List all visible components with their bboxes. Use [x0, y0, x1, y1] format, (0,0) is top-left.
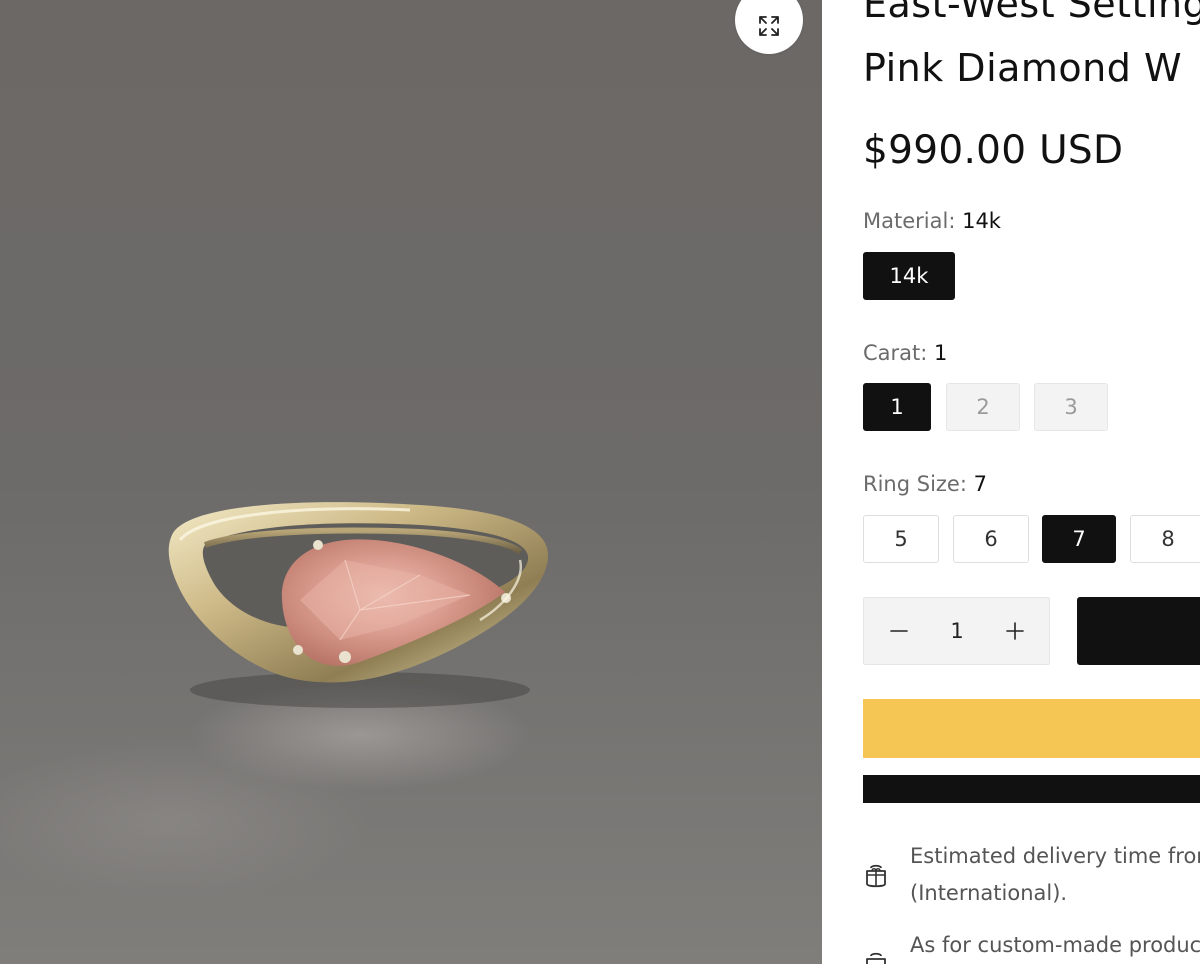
ring-size-option-6[interactable]: 6	[953, 515, 1029, 563]
shipping-box-icon	[866, 864, 886, 888]
delivery-note-line-2: (International).	[910, 881, 1068, 905]
custom-made-note: As for custom-made products	[910, 927, 1200, 964]
carat-option-label: Carat: 1	[863, 340, 947, 366]
carat-option-1[interactable]: 1	[863, 383, 931, 431]
minus-icon	[890, 630, 908, 632]
plus-icon	[1006, 622, 1024, 640]
product-title: East-West Setting Pink Diamond W	[863, 0, 1200, 100]
expand-icon	[759, 16, 779, 36]
product-page: East-West Setting Pink Diamond W $990.00…	[0, 0, 1200, 964]
material-option-14k[interactable]: 14k	[863, 252, 955, 300]
product-image-gallery[interactable]	[0, 0, 822, 964]
product-photo	[0, 0, 822, 964]
carat-selected-value: 1	[934, 341, 948, 365]
carat-option-2[interactable]: 2	[946, 383, 1020, 431]
product-title-line-1: East-West Setting	[863, 0, 1200, 26]
material-label: Material:	[863, 209, 956, 233]
delivery-note: Estimated delivery time from (Internatio…	[910, 838, 1200, 912]
quantity-input[interactable]: 1	[934, 598, 980, 664]
quantity-increase-button[interactable]	[985, 598, 1045, 664]
shipping-box-icon	[866, 952, 886, 964]
quantity-stepper: 1	[863, 597, 1050, 665]
ring-size-option-label: Ring Size: 7	[863, 471, 987, 497]
product-title-line-2: Pink Diamond W	[863, 46, 1183, 90]
carat-label: Carat:	[863, 341, 928, 365]
custom-made-note-line-1: As for custom-made products	[910, 933, 1200, 957]
ring-size-selected-value: 7	[973, 472, 987, 496]
quantity-decrease-button[interactable]	[869, 598, 929, 664]
product-price: $990.00 USD	[863, 128, 1124, 173]
product-info: East-West Setting Pink Diamond W $990.00…	[822, 0, 1200, 964]
ring-size-option-5[interactable]: 5	[863, 515, 939, 563]
carat-option-3[interactable]: 3	[1034, 383, 1108, 431]
express-checkout-button[interactable]	[863, 699, 1200, 758]
add-to-cart-button[interactable]	[1077, 597, 1200, 665]
material-option-label: Material: 14k	[863, 208, 1001, 234]
buy-it-now-button[interactable]	[863, 775, 1200, 803]
delivery-note-line-1: Estimated delivery time from	[910, 844, 1200, 868]
ring-size-option-7[interactable]: 7	[1042, 515, 1116, 563]
ring-size-option-8[interactable]: 8	[1130, 515, 1200, 563]
ring-size-label: Ring Size:	[863, 472, 967, 496]
material-selected-value: 14k	[962, 209, 1001, 233]
